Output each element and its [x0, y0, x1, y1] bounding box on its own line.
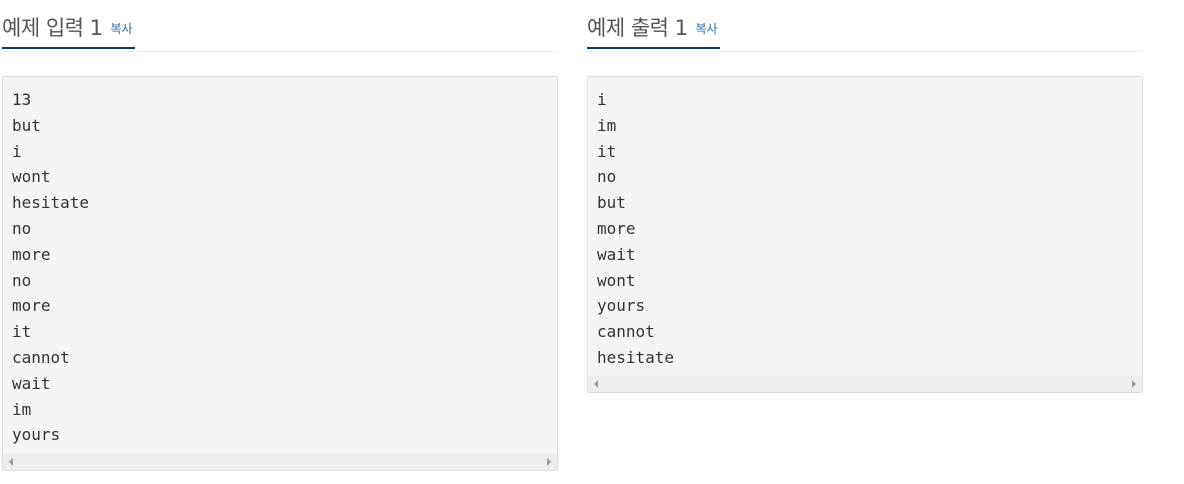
- horizontal-scrollbar[interactable]: [3, 454, 557, 470]
- code-line: cannot: [12, 347, 70, 367]
- sample-input-tab: 예제 입력 1 복사: [2, 0, 135, 49]
- code-line: no: [597, 167, 617, 187]
- sample-input-title: 예제 입력 1: [2, 15, 103, 40]
- horizontal-scrollbar[interactable]: [588, 376, 1142, 392]
- code-line: but: [12, 115, 41, 135]
- sample-input-code-block[interactable]: 13 but i wont hesitate no more no more it cannot wa…: [2, 76, 558, 471]
- code-line: more: [12, 296, 51, 316]
- code-line: wont: [12, 167, 51, 187]
- code-line: wait: [12, 373, 51, 393]
- code-line: yours: [12, 425, 61, 445]
- scroll-right-arrow-icon[interactable]: [1132, 380, 1136, 388]
- code-line: cannot: [597, 322, 655, 342]
- code-line: more: [12, 244, 51, 264]
- sample-output-title: 예제 출력 1: [587, 15, 688, 40]
- scroll-right-arrow-icon[interactable]: [547, 458, 551, 466]
- sample-input-lines: 13 but i wont hesitate no more no more it cannot wa…: [3, 77, 557, 448]
- code-line: im: [597, 115, 617, 135]
- sample-input-panel: 예제 입력 1 복사 13 but i wont hesitate no more no mor…: [2, 0, 558, 471]
- code-line: wait: [597, 244, 636, 264]
- sample-output-code-block[interactable]: i im it no but more wait wont yours cannot hesitat…: [587, 76, 1143, 393]
- scroll-left-arrow-icon[interactable]: [9, 458, 13, 466]
- code-line: yours: [597, 296, 646, 316]
- sample-output-panel: 예제 출력 1 복사 i im it no but more wait wont yours ca…: [587, 0, 1143, 393]
- code-line: wont: [597, 270, 636, 290]
- code-line: im: [12, 399, 32, 419]
- code-line: but: [597, 193, 626, 213]
- sample-output-header: 예제 출력 1 복사: [587, 0, 1143, 52]
- code-line: it: [597, 141, 617, 161]
- code-line: no: [12, 218, 32, 238]
- sample-input-header: 예제 입력 1 복사: [2, 0, 558, 52]
- scroll-left-arrow-icon[interactable]: [594, 380, 598, 388]
- code-line: hesitate: [12, 193, 90, 213]
- code-line: hesitate: [597, 347, 675, 367]
- code-line: more: [597, 218, 636, 238]
- code-line: i: [597, 90, 607, 109]
- copy-output-button[interactable]: 복사: [696, 20, 718, 37]
- copy-input-button[interactable]: 복사: [111, 20, 133, 37]
- sample-output-lines: i im it no but more wait wont yours cannot hesitat…: [588, 77, 1142, 371]
- code-line: 13: [12, 90, 32, 109]
- code-line: i: [12, 141, 22, 161]
- sample-output-tab: 예제 출력 1 복사: [587, 0, 720, 49]
- code-line: it: [12, 322, 32, 342]
- code-line: no: [12, 270, 32, 290]
